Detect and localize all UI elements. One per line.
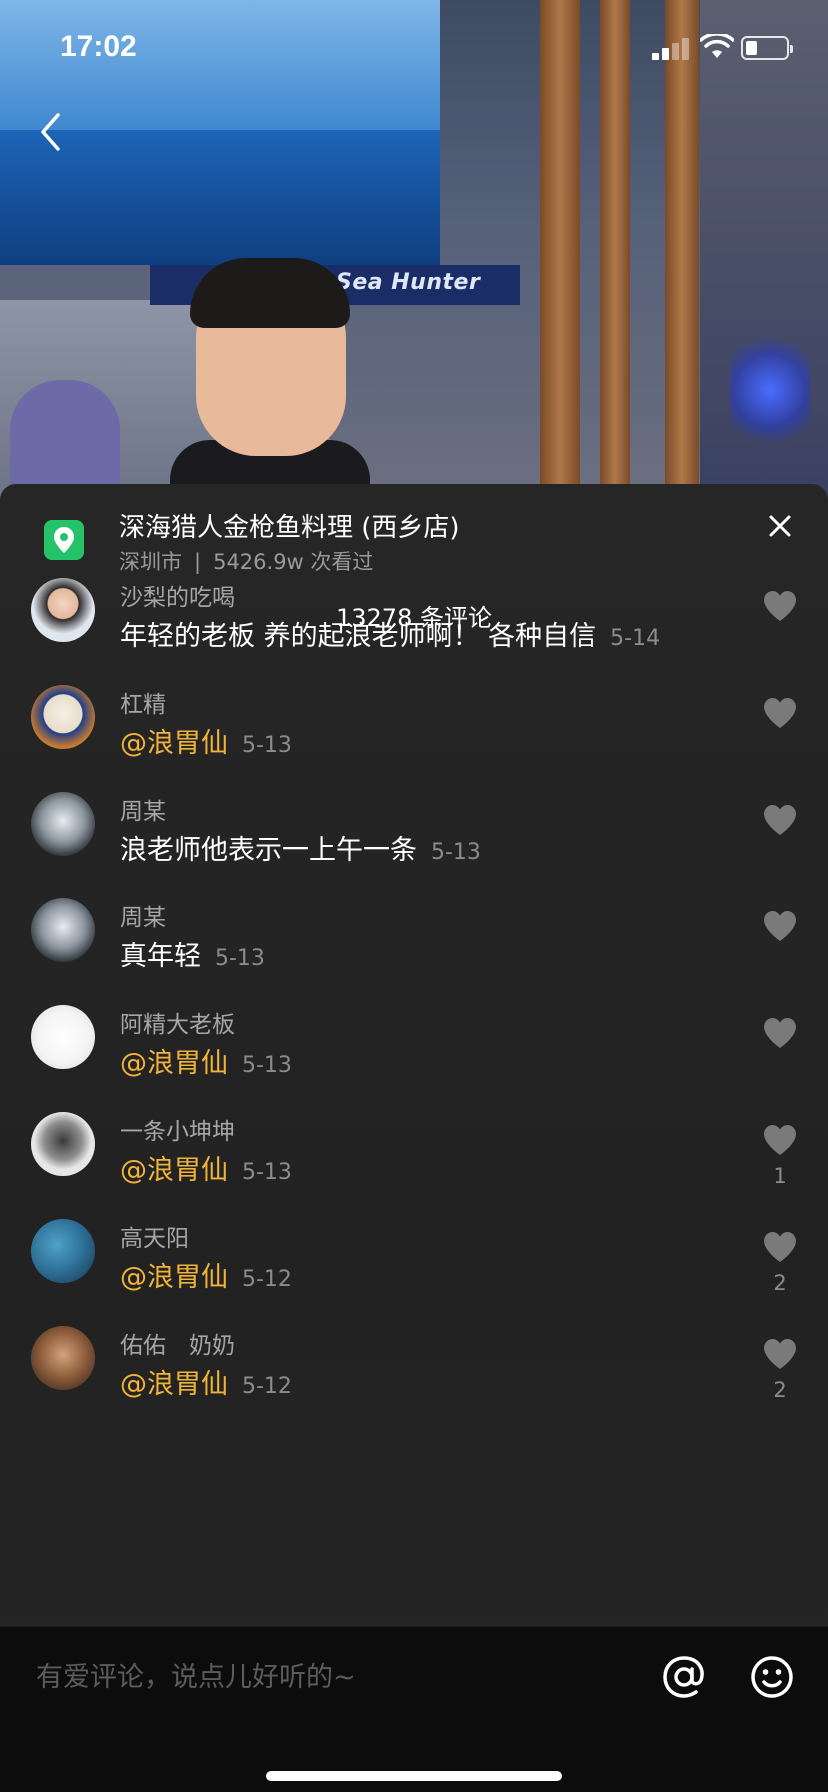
comment-username[interactable]: 高天阳: [120, 1219, 189, 1253]
back-button[interactable]: [28, 104, 72, 160]
comment-date: 5-13: [431, 839, 481, 865]
wifi-icon: [700, 34, 734, 58]
close-button[interactable]: [762, 508, 798, 544]
comment-body: 浪老师他表示一上午一条 5-13: [120, 828, 481, 867]
heart-icon: [764, 1125, 796, 1155]
comment-item[interactable]: 佑佑 奶奶 @浪胃仙 5-12 2: [0, 1325, 828, 1436]
comment-input[interactable]: [36, 1655, 596, 1699]
comment-body: @浪胃仙 5-12: [120, 1255, 292, 1294]
comment-body: @浪胃仙 5-12: [120, 1362, 292, 1401]
comment-mention[interactable]: @浪胃仙: [120, 1262, 228, 1293]
comment-body: 年轻的老板 养的起浪老师啊！ 各种自信 5-14: [120, 614, 660, 653]
comment-text: 真年轻: [120, 941, 201, 973]
comment-mention[interactable]: @浪胃仙: [120, 1048, 228, 1079]
comment-username[interactable]: 杠精: [120, 685, 166, 719]
comment-mention[interactable]: @浪胃仙: [120, 1155, 228, 1186]
comment-item[interactable]: 阿精大老板 @浪胃仙 5-13: [0, 1005, 828, 1115]
comment-date: 5-13: [242, 1053, 292, 1079]
comment-body: 真年轻 5-13: [120, 934, 265, 973]
emoji-button[interactable]: [748, 1651, 796, 1703]
like-count: 2: [773, 1377, 787, 1402]
location-views: 5426.9w 次看过: [213, 550, 374, 574]
comments-sheet: 深海猎人金枪鱼料理 (西乡店) 深圳市 | 5426.9w 次看过 13278 条评…: [0, 484, 828, 1792]
at-sign-icon: [663, 1656, 704, 1698]
comment-date: 5-13: [215, 946, 265, 972]
smiley-icon: [751, 1656, 793, 1698]
comment-mention[interactable]: @浪胃仙: [120, 1369, 228, 1400]
cellular-signal-icon: [652, 38, 692, 60]
home-indicator: [266, 1771, 562, 1781]
avatar[interactable]: [31, 898, 95, 963]
heart-icon: [764, 1018, 796, 1049]
avatar[interactable]: [31, 1325, 95, 1390]
mention-button[interactable]: [658, 1651, 710, 1703]
avatar[interactable]: [31, 578, 95, 642]
heart-icon: [764, 911, 796, 942]
location-meta: 深圳市 | 5426.9w 次看过: [119, 546, 373, 576]
comment-item[interactable]: 高天阳 @浪胃仙 5-12 2: [0, 1218, 828, 1329]
brand-sign-text: Sea Hunter: [336, 270, 481, 295]
avatar[interactable]: [31, 1005, 95, 1070]
comment-item[interactable]: 周某真年轻 5-13: [0, 898, 828, 1008]
heart-icon: [764, 591, 796, 621]
avatar[interactable]: [31, 684, 95, 749]
comment-body: @浪胃仙 5-13: [120, 1148, 292, 1187]
comment-body: @浪胃仙 5-13: [120, 721, 292, 760]
comment-mention[interactable]: @浪胃仙: [120, 728, 228, 759]
battery-icon: [741, 36, 793, 60]
comment-username[interactable]: 周某: [120, 898, 166, 932]
like-button[interactable]: [758, 910, 802, 942]
comment-text: 年轻的老板 养的起浪老师啊！ 各种自信: [120, 621, 597, 652]
like-button[interactable]: [758, 1017, 802, 1049]
comment-username[interactable]: 周某: [120, 792, 166, 826]
heart-icon: [764, 1231, 796, 1262]
like-button[interactable]: [758, 590, 802, 622]
like-button[interactable]: 1: [758, 1124, 802, 1188]
location-pin-icon: [44, 520, 84, 560]
comment-username[interactable]: 沙梨的吃喝: [120, 578, 235, 612]
comment-item[interactable]: 杠精 @浪胃仙 5-13: [0, 684, 828, 795]
like-button[interactable]: [758, 697, 802, 729]
comment-body: @浪胃仙 5-13: [120, 1041, 292, 1080]
location-separator: |: [194, 550, 202, 574]
location-name[interactable]: 深海猎人金枪鱼料理 (西乡店): [119, 507, 460, 544]
comment-date: 5-13: [242, 732, 292, 758]
heart-icon: [764, 804, 796, 835]
like-button[interactable]: 2: [758, 1338, 802, 1402]
comment-item[interactable]: 一条小坤坤 @浪胃仙 5-13 1: [0, 1112, 828, 1222]
comment-item[interactable]: 周某浪老师他表示一上午一条 5-13: [0, 791, 828, 902]
comment-input-bar: [0, 1626, 828, 1792]
comment-date: 5-12: [242, 1266, 292, 1292]
comment-username[interactable]: 一条小坤坤: [120, 1112, 235, 1146]
location-header[interactable]: 深海猎人金枪鱼料理 (西乡店) 深圳市 | 5426.9w 次看过: [0, 484, 828, 584]
comment-date: 5-13: [242, 1160, 292, 1185]
status-time: 17:02: [60, 30, 137, 63]
comment-username[interactable]: 阿精大老板: [120, 1005, 235, 1039]
blue-light: [730, 330, 810, 450]
status-bar: 17:02: [0, 0, 828, 100]
comment-date: 5-12: [242, 1373, 292, 1399]
comment-text: 浪老师他表示一上午一条: [120, 834, 417, 866]
like-count: 1: [773, 1164, 787, 1188]
avatar[interactable]: [31, 1112, 95, 1176]
comment-username[interactable]: 佑佑 奶奶: [120, 1326, 235, 1360]
avatar[interactable]: [31, 791, 95, 856]
comment-date: 5-14: [610, 626, 661, 651]
like-count: 2: [773, 1270, 787, 1295]
chevron-left-icon: [41, 113, 60, 151]
comment-item[interactable]: 沙梨的吃喝年轻的老板 养的起浪老师啊！ 各种自信 5-14: [0, 578, 828, 688]
like-button[interactable]: [758, 804, 802, 836]
person-hair: [190, 258, 350, 328]
location-city: 深圳市: [119, 550, 182, 574]
heart-icon: [764, 697, 796, 728]
background-person: [10, 380, 120, 500]
close-icon: [769, 515, 791, 537]
heart-icon: [764, 1338, 796, 1369]
avatar[interactable]: [31, 1218, 95, 1283]
like-button[interactable]: 2: [758, 1231, 802, 1295]
